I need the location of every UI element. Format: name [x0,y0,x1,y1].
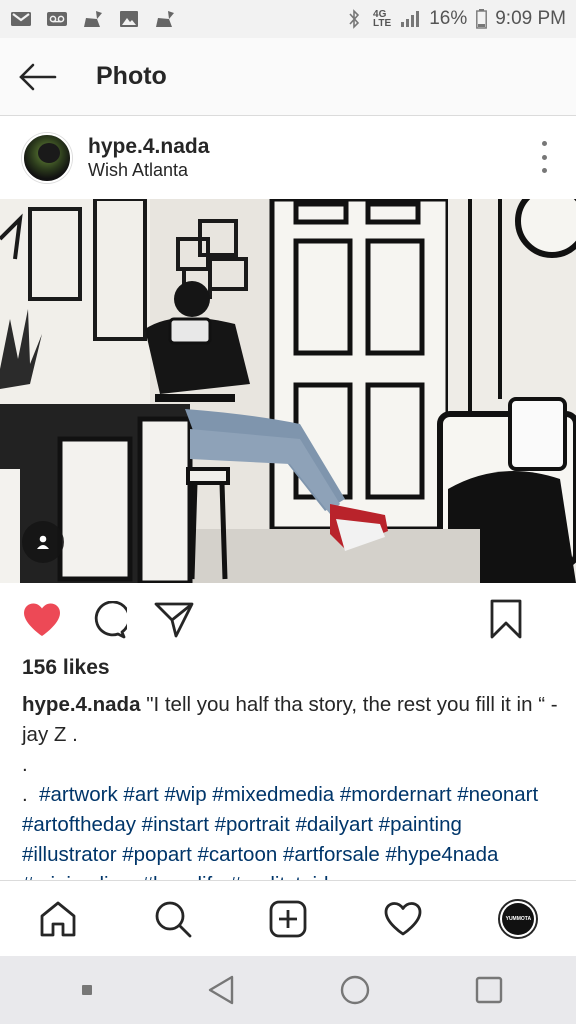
save-button[interactable] [486,599,526,639]
post-username[interactable]: hype.4.nada [88,135,209,159]
comment-button[interactable] [88,600,128,640]
post-actions [0,583,576,657]
heart-outline-icon [384,901,422,935]
send-icon [154,602,194,638]
broom-icon [154,10,176,28]
app-bar: Photo [0,38,576,116]
more-dot-icon [541,141,547,146]
post-user-info: hype.4.nada Wish Atlanta [88,135,209,181]
caption-dot-line: . [22,753,28,776]
bottom-nav: YUMMOTA [0,880,576,956]
circle-home-icon [340,975,370,1005]
caption-dot-line: . #artwork #art #wip #mixedmedia #morder… [22,780,558,880]
comment-icon [94,601,127,639]
system-nav-bar [0,956,576,1024]
like-button[interactable] [22,600,62,640]
signal-icon [399,10,421,28]
profile-avatar-image: YUMMOTA [502,902,535,935]
system-back-button[interactable] [196,965,246,1015]
more-dot-icon [541,154,547,160]
post-location[interactable]: Wish Atlanta [88,159,209,181]
nav-profile-button[interactable]: YUMMOTA [494,895,542,943]
network-type: 4G LTE [373,9,392,29]
post-header: hype.4.nada Wish Atlanta [0,117,576,199]
page-title: Photo [96,62,167,90]
triangle-back-icon [208,975,234,1005]
system-recents-button[interactable] [464,965,514,1015]
nav-activity-button[interactable] [379,895,427,943]
status-bar: 4G LTE 16% 9:09 PM [0,0,576,38]
home-icon [40,901,75,936]
nav-home-button[interactable] [34,895,82,943]
voicemail-icon [46,10,68,28]
more-dot-icon [541,168,547,173]
back-arrow-icon [19,63,57,90]
system-home-button[interactable] [330,965,380,1015]
caption-text: "I tell you half tha story, the rest you… [22,693,558,746]
back-button[interactable] [0,38,74,116]
more-options-button[interactable] [534,141,554,173]
post-photo[interactable] [0,199,576,583]
nav-search-button[interactable] [149,895,197,943]
small-square-icon [82,985,92,995]
user-tags-button[interactable] [22,521,64,563]
battery-percent: 16% [429,8,468,29]
likes-count[interactable]: 156 likes [22,656,110,680]
share-button[interactable] [154,600,194,640]
profile-avatar: YUMMOTA [498,898,539,939]
battery-icon [475,9,487,29]
gmail-icon [10,10,32,28]
plus-square-icon [269,900,307,937]
avatar[interactable] [22,133,72,183]
bookmark-icon [490,599,522,639]
person-icon [37,535,49,549]
search-icon [155,901,192,937]
square-recents-icon [475,976,503,1004]
bluetooth-icon [343,9,365,29]
photo-illustration [0,199,576,583]
image-icon [118,10,140,28]
post-caption: hype.4.nada "I tell you half tha story, … [22,690,558,880]
caption-username[interactable]: hype.4.nada [22,693,141,716]
caption-hashtags[interactable]: #artwork #art #wip #mixedmedia #morderna… [22,783,538,880]
broom-icon [82,10,104,28]
clock: 9:09 PM [495,8,566,29]
system-menu-button[interactable] [62,965,112,1015]
heart-filled-icon [24,603,60,636]
nav-new-post-button[interactable] [264,895,312,943]
